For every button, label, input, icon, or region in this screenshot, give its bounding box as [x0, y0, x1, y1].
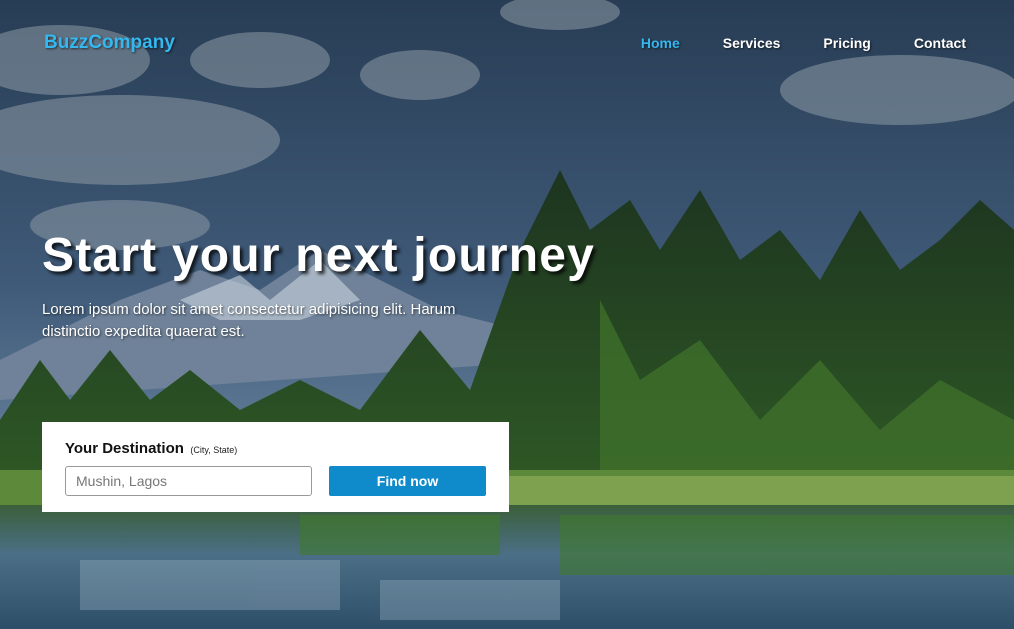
destination-input[interactable]: [65, 466, 312, 496]
main-nav: Home Services Pricing Contact: [598, 35, 966, 51]
nav-item-pricing[interactable]: Pricing: [823, 35, 870, 51]
hero-lead: Lorem ipsum dolor sit amet consectetur a…: [42, 301, 456, 340]
destination-label: Your Destination: [65, 440, 184, 457]
nav-item-home[interactable]: Home: [641, 35, 680, 51]
find-now-button[interactable]: Find now: [329, 466, 486, 496]
destination-label-row: Your Destination (City, State): [65, 440, 486, 458]
destination-search-card: Your Destination (City, State) Find now: [42, 422, 509, 512]
nav-item-contact[interactable]: Contact: [914, 35, 966, 51]
nav-item-services[interactable]: Services: [723, 35, 781, 51]
search-row: Find now: [65, 466, 486, 496]
hero-title: Start your next journey: [42, 229, 596, 282]
destination-hint: (City, State): [190, 445, 238, 455]
brand-logo[interactable]: BuzzCompany: [44, 32, 175, 54]
